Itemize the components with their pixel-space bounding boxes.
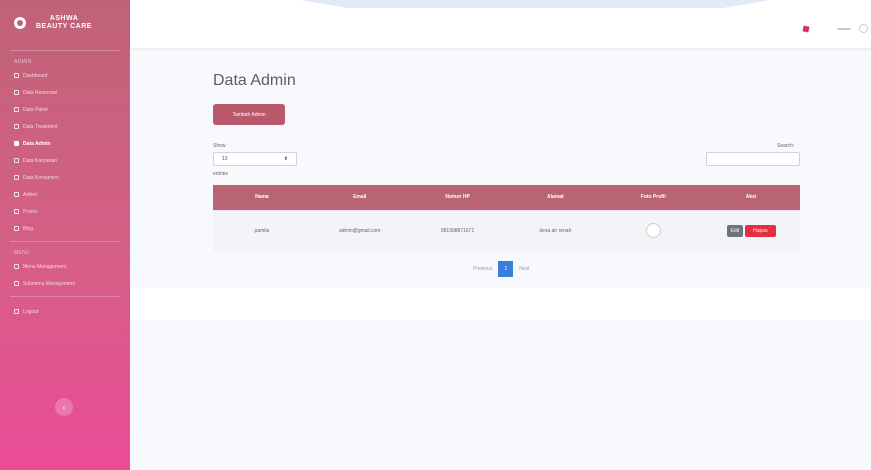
brand-line2: BEAUTY CARE xyxy=(36,23,92,30)
sidebar-item-admin[interactable]: Data Admin xyxy=(0,135,130,152)
sidebar-item-label: Dashboard xyxy=(23,72,48,79)
brand[interactable]: ASHWA BEAUTY CARE xyxy=(0,0,130,46)
sidebar-heading-main: Admin xyxy=(14,59,32,65)
logout-icon xyxy=(14,309,19,314)
folder-icon xyxy=(14,264,19,269)
sidebar-item-label: Promo xyxy=(23,208,38,215)
sidebar-heading-settings: Menu xyxy=(14,250,30,256)
entries-select-value: 10 xyxy=(222,156,228,162)
delete-button[interactable]: Hapus xyxy=(745,225,776,238)
artikel-icon xyxy=(14,192,19,197)
sidebar-item-dashboard[interactable]: Dashboard xyxy=(0,67,130,84)
pagination-next[interactable]: Next xyxy=(513,261,535,277)
entries-select[interactable]: 10 ⬍ xyxy=(213,152,297,166)
column-header-email[interactable]: Email xyxy=(310,185,409,210)
sidebar-item-label: Submenu Management xyxy=(23,280,75,287)
table-header-row: Nama Email Nomor HP Alamat Foto Profil A… xyxy=(213,185,800,210)
topbar-decoration xyxy=(300,0,770,8)
reservasi-icon xyxy=(14,90,19,95)
sidebar-item-label: Logout xyxy=(23,308,39,315)
sidebar-toggle-button[interactable]: ‹ xyxy=(55,398,73,416)
edit-button[interactable]: Edit xyxy=(726,225,744,238)
profile-photo-icon xyxy=(645,222,661,238)
dashboard-icon xyxy=(14,73,19,78)
sidebar-item-menu-management[interactable]: Menu Management xyxy=(0,258,130,275)
sidebar-divider xyxy=(10,50,120,51)
promo-icon xyxy=(14,209,19,214)
sidebar-item-label: Artikel xyxy=(23,191,37,198)
karyawan-icon xyxy=(14,158,19,163)
user-icon xyxy=(14,141,19,146)
sidebar-item-label: Data Admin xyxy=(23,140,51,147)
content-footer-band xyxy=(130,288,871,320)
sidebar-divider xyxy=(10,241,120,242)
column-header-alamat[interactable]: Alamat xyxy=(506,185,605,210)
show-label: Show xyxy=(213,143,226,149)
blog-icon xyxy=(14,226,19,231)
sidebar-item-reservasi[interactable]: Data Reservasi xyxy=(0,84,130,101)
table-row: pamila admin@gmail.com 081998871671 desa… xyxy=(213,209,800,252)
sidebar-item-blog[interactable]: Blog xyxy=(0,220,130,237)
sidebar-item-label: Data Paket xyxy=(23,106,48,113)
chevron-down-icon: ⬍ xyxy=(283,156,288,162)
column-header-foto[interactable]: Foto Profil xyxy=(604,185,703,210)
page-title: Data Admin xyxy=(213,72,296,89)
sidebar-item-logout[interactable]: Logout xyxy=(0,303,130,320)
cell-nama: pamila xyxy=(213,209,311,252)
sidebar-item-paket[interactable]: Data Paket xyxy=(0,101,130,118)
add-admin-button[interactable]: Tambah Admin xyxy=(213,104,285,125)
sidebar-divider xyxy=(10,296,120,297)
column-header-hp[interactable]: Nomor HP xyxy=(408,185,507,210)
cell-hp: 081998871671 xyxy=(408,209,507,252)
sidebar-item-label: Blog xyxy=(23,225,34,232)
admin-table: Nama Email Nomor HP Alamat Foto Profil A… xyxy=(213,185,800,252)
sidebar-item-artikel[interactable]: Artikel xyxy=(0,186,130,203)
pagination-page-1[interactable]: 1 xyxy=(498,261,514,277)
alert-icon[interactable] xyxy=(802,25,810,33)
sidebar: ASHWA BEAUTY CARE Admin Dashboard Data R… xyxy=(0,0,130,470)
sidebar-item-label: Data Karyawan xyxy=(23,157,58,164)
sidebar-item-label: Data Treatment xyxy=(23,123,58,130)
search-input[interactable] xyxy=(706,152,800,166)
entries-label: entries xyxy=(213,171,229,177)
search-label: Search: xyxy=(777,143,795,149)
konsumen-icon xyxy=(14,175,19,180)
user-name[interactable] xyxy=(837,28,851,30)
brand-line1: ASHWA xyxy=(49,15,79,22)
cell-aksi: Edit Hapus xyxy=(702,209,800,252)
sidebar-item-label: Menu Management xyxy=(23,263,67,270)
cell-foto xyxy=(604,209,703,252)
folder-open-icon xyxy=(14,281,19,286)
pagination-previous[interactable]: Previous xyxy=(467,261,498,277)
sidebar-item-label: Data Konsumen xyxy=(23,174,59,181)
sidebar-item-karyawan[interactable]: Data Karyawan xyxy=(0,152,130,169)
column-header-aksi[interactable]: Aksi xyxy=(702,185,800,210)
brand-name: ASHWA BEAUTY CARE xyxy=(36,15,92,31)
treatment-icon xyxy=(14,124,19,129)
sidebar-item-konsumen[interactable]: Data Konsumen xyxy=(0,169,130,186)
column-header-nama[interactable]: Nama xyxy=(213,185,311,210)
cell-email: admin@gmail.com xyxy=(310,209,409,252)
sidebar-item-promo[interactable]: Promo xyxy=(0,203,130,220)
sidebar-item-treatment[interactable]: Data Treatment xyxy=(0,118,130,135)
pagination: Previous 1 Next xyxy=(467,261,536,277)
sidebar-item-submenu-management[interactable]: Submenu Management xyxy=(0,275,130,292)
cell-alamat: desa air renah xyxy=(506,209,605,252)
paket-icon xyxy=(14,107,19,112)
chevron-left-icon: ‹ xyxy=(62,402,66,412)
sidebar-item-label: Data Reservasi xyxy=(23,89,58,96)
avatar[interactable] xyxy=(859,24,868,33)
brand-logo-icon xyxy=(14,17,26,29)
